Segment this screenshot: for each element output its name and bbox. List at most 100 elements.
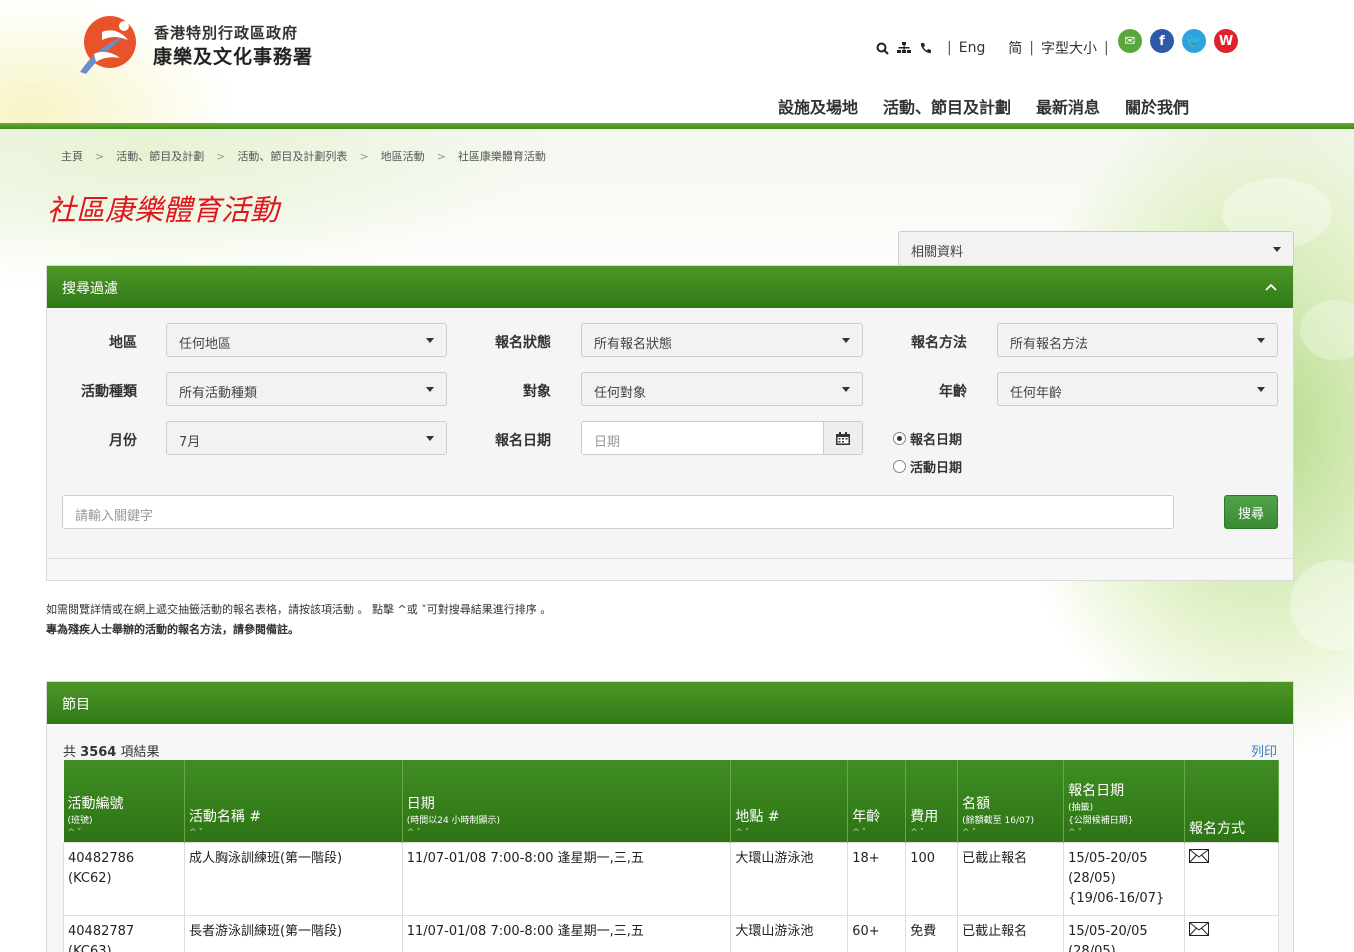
mail-icon[interactable] [1189, 921, 1209, 940]
sort-icon[interactable]: ^˅ [962, 828, 1059, 838]
col-registration-method-label: 報名方式 [1189, 820, 1245, 837]
sort-icon[interactable]: ^˅ [910, 828, 953, 838]
sort-icon[interactable]: ^˅ [852, 828, 901, 838]
breadcrumb-district[interactable]: 地區活動 [381, 148, 425, 164]
sort-icon[interactable]: ^˅ [1068, 828, 1180, 838]
cell-venue[interactable]: 大環山游泳池 [730, 914, 849, 952]
sort-icon[interactable]: ^˅ [407, 828, 727, 838]
district-select[interactable]: 任何地區 [166, 323, 447, 357]
date-input[interactable]: 日期 [581, 421, 824, 455]
results-title: 節目 [62, 697, 90, 713]
ballot-date: (28/05) [1068, 870, 1116, 886]
nav-facilities[interactable]: 設施及場地 [778, 94, 858, 118]
separator: | [1029, 40, 1034, 56]
search-button[interactable]: 搜尋 [1224, 495, 1278, 529]
nav-activities[interactable]: 活動、節目及計劃 [883, 94, 1011, 118]
twitter-icon[interactable]: 🐦 [1182, 29, 1206, 53]
cell-date: 11/07-01/08 7:00-8:00 逢星期一,三,五 [401, 914, 732, 952]
radio-registration-date[interactable]: 報名日期 [893, 429, 962, 448]
filter-panel-header[interactable]: 搜尋過濾 [47, 266, 1293, 308]
english-link[interactable]: Eng [959, 40, 986, 56]
facebook-icon[interactable]: f [1150, 29, 1174, 53]
type-select[interactable]: 所有活動種類 [166, 372, 447, 406]
breadcrumb-separator: > [216, 149, 226, 163]
sort-icon[interactable]: ^˅ [68, 828, 180, 838]
sort-icon[interactable]: ^˅ [735, 828, 843, 838]
chevron-down-icon [1257, 338, 1265, 343]
header-divider [0, 123, 1354, 129]
chevron-down-icon [1273, 246, 1281, 252]
simplified-chinese-link[interactable]: 简 [1008, 38, 1022, 58]
filter-panel-footer [47, 558, 1293, 580]
chevron-down-icon [842, 338, 850, 343]
sort-icon[interactable]: ^˅ [189, 828, 398, 838]
col-registration-date: 報名日期 (抽籤) {公開候補日期} ^˅ [1063, 760, 1185, 842]
cell-fee: 免費 [905, 914, 959, 952]
cell-name[interactable]: 長者游泳訓練班(第一階段) [183, 914, 403, 952]
month-label: 月份 [109, 433, 137, 449]
breadcrumb-home[interactable]: 主頁 [61, 148, 83, 164]
col-fee: 費用 ^˅ [905, 760, 959, 842]
cell-name[interactable]: 成人胸泳訓練班(第一階段) [183, 841, 403, 916]
cell-quota: 已截止報名 [957, 841, 1065, 916]
col-activity-name-label: 活動名稱 # [188, 808, 262, 825]
status-select-value: 所有報名狀態 [594, 337, 673, 352]
target-select-value: 任何對象 [594, 386, 647, 401]
results-table: 活動編號 (班號) ^˅ 活動名稱 # ^˅ 日期 (時間以24 小時制顯示) ^˅ 地點… [63, 760, 1279, 952]
class-code: (KC62) [68, 870, 112, 886]
status-select[interactable]: 所有報名狀態 [581, 323, 863, 357]
radio-activity-date[interactable]: 活動日期 [893, 457, 962, 476]
calendar-icon[interactable] [823, 421, 863, 455]
col-quota-sub: (餘額截至 16/07) [962, 815, 1034, 826]
age-select[interactable]: 任何年齡 [997, 372, 1278, 406]
chevron-up-icon[interactable] [1265, 280, 1277, 295]
method-select[interactable]: 所有報名方法 [997, 323, 1278, 357]
activity-code: 40482787 [68, 923, 135, 939]
col-quota: 名額 (餘額截至 16/07) ^˅ [957, 760, 1065, 842]
sitemap-icon[interactable] [896, 40, 912, 56]
col-age-label: 年齡 [852, 808, 881, 825]
print-link[interactable]: 列印 [1251, 741, 1277, 760]
cell-quota: 已截止報名 [957, 914, 1065, 952]
related-info-dropdown[interactable]: 相關資料 [898, 231, 1294, 266]
cell-venue[interactable]: 大環山游泳池 [730, 841, 849, 916]
results-count-suffix: 項結果 [120, 745, 160, 760]
table-row[interactable]: 40482786 (KC62) 成人胸泳訓練班(第一階段) 11/07-01/08… [63, 841, 1279, 916]
mail-icon[interactable] [1189, 848, 1209, 867]
phone-icon[interactable] [918, 40, 934, 56]
font-size-link[interactable]: 字型大小 [1041, 38, 1097, 58]
lcsd-logo[interactable] [72, 14, 140, 78]
registration-period: 15/05-20/05 [1068, 850, 1148, 866]
col-date-label: 日期 [406, 795, 435, 812]
cell-age: 18+ [847, 841, 907, 916]
month-select[interactable]: 7月 [166, 421, 447, 455]
email-icon[interactable]: ✉ [1118, 29, 1142, 53]
nav-news[interactable]: 最新消息 [1036, 94, 1100, 118]
breadcrumb-activity-list[interactable]: 活動、節目及計劃列表 [237, 148, 347, 164]
table-row[interactable]: 40482787 (KC63) 長者游泳訓練班(第一階段) 11/07-01/08… [63, 914, 1279, 952]
col-activity-code-label: 活動編號 [67, 795, 124, 812]
search-icon[interactable] [874, 40, 890, 56]
method-select-value: 所有報名方法 [1010, 337, 1089, 352]
radio-registration-date-label: 報名日期 [910, 433, 963, 448]
age-label: 年齡 [939, 384, 967, 400]
breadcrumb-activities[interactable]: 活動、節目及計劃 [116, 148, 204, 164]
target-label: 對象 [523, 384, 551, 400]
search-filter-panel: 搜尋過濾 地區 任何地區 報名狀態 所有報名狀態 報名方法 所有報名方法 活動種… [46, 265, 1294, 581]
cell-registration-method [1184, 841, 1279, 916]
month-select-value: 7月 [179, 435, 201, 450]
social-links: ✉ f 🐦 W [1118, 29, 1238, 53]
filter-panel-title: 搜尋過濾 [62, 281, 118, 297]
chevron-down-icon [1257, 387, 1265, 392]
main-nav: 設施及場地 活動、節目及計劃 最新消息 關於我們 [778, 94, 1189, 118]
cell-age: 60+ [847, 914, 907, 952]
keyword-input[interactable]: 請輸入關鍵字 [62, 495, 1174, 529]
nav-about[interactable]: 關於我們 [1125, 94, 1189, 118]
age-select-value: 任何年齡 [1010, 386, 1063, 401]
col-fee-label: 費用 [910, 808, 939, 825]
ballot-date: (28/05) [1068, 943, 1116, 952]
weibo-icon[interactable]: W [1214, 29, 1238, 53]
cell-registration-date: 15/05-20/05 (28/05) {19/06-16/07} [1063, 841, 1185, 916]
chevron-down-icon [426, 436, 434, 441]
target-select[interactable]: 任何對象 [581, 372, 863, 406]
